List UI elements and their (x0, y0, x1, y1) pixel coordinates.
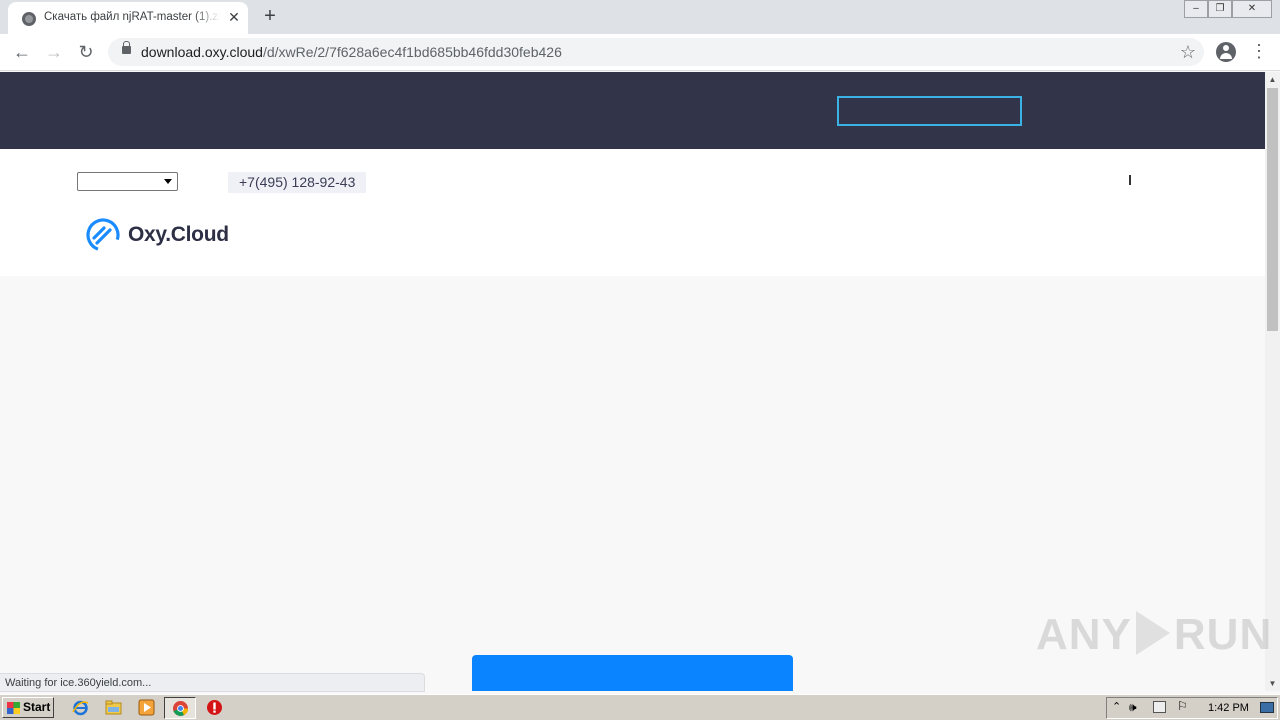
oxycloud-logo-icon (86, 218, 120, 252)
anyrun-watermark: ANY RUN (1036, 610, 1272, 660)
ie-icon[interactable] (72, 699, 89, 716)
scroll-down-icon[interactable]: ▼ (1265, 676, 1280, 691)
tab-close-button[interactable]: ✕ (226, 9, 242, 25)
address-bar[interactable]: download.oxy.cloud/d/xwRe/2/7f628a6ec4f1… (108, 38, 1204, 66)
site-header: +7(495) 128-92-43 Oxy.Cloud (0, 149, 1265, 276)
show-desktop-icon[interactable] (1260, 702, 1274, 713)
browser-tab[interactable]: Скачать файл njRAT-master (1).zip ✕ (8, 2, 248, 34)
menu-icon[interactable]: ⋮ (1250, 42, 1268, 62)
vertical-scrollbar[interactable]: ▲ ▼ (1265, 72, 1280, 691)
minimize-button[interactable]: – (1184, 0, 1208, 18)
new-tab-button[interactable]: + (258, 5, 282, 29)
volume-icon[interactable]: 🕪 (1129, 700, 1137, 715)
chrome-icon (173, 701, 188, 716)
logo-text: Oxy.Cloud (128, 223, 229, 246)
stop-icon[interactable] (206, 699, 223, 716)
page-viewport: +7(495) 128-92-43 Oxy.Cloud (0, 72, 1265, 691)
globe-icon (22, 12, 36, 26)
url-text[interactable]: download.oxy.cloud/d/xwRe/2/7f628a6ec4f1… (141, 44, 562, 60)
star-icon[interactable]: ☆ (1180, 41, 1196, 63)
url-path: /d/xwRe/2/7f628a6ec4f1bd685bb46fdd30feb4… (262, 44, 562, 60)
start-label: Start (23, 700, 51, 714)
browser-toolbar: ← → ↻ download.oxy.cloud/d/xwRe/2/7f628a… (0, 34, 1280, 71)
tab-title: Скачать файл njRAT-master (1).zip (44, 11, 220, 23)
start-button[interactable]: Start (2, 697, 54, 718)
download-button[interactable] (472, 655, 793, 691)
reload-button[interactable]: ↻ (74, 40, 98, 64)
url-host: download.oxy.cloud (141, 44, 263, 60)
explorer-icon[interactable] (105, 699, 122, 716)
tab-strip: Скачать файл njRAT-master (1).zip ✕ + – … (0, 0, 1280, 34)
media-player-icon[interactable] (138, 699, 155, 716)
clock[interactable]: 1:42 PM (1208, 702, 1249, 714)
forward-button[interactable]: → (42, 40, 66, 64)
watermark-right: RUN (1173, 610, 1273, 659)
chrome-taskbar-button[interactable] (164, 697, 196, 719)
tray-expand-icon[interactable]: ⌃ (1112, 700, 1121, 713)
system-tray: ⌃ 🕪 ⚐ 1:42 PM (1106, 697, 1278, 719)
taskbar: Start ⌃ 🕪 ⚐ 1:42 PM (0, 694, 1280, 720)
watermark-left: ANY (1036, 610, 1132, 659)
back-button[interactable]: ← (10, 40, 34, 64)
window-close-button[interactable]: ✕ (1232, 0, 1272, 18)
status-bar: Waiting for ice.360yield.com... (0, 673, 425, 692)
banner-placeholder-box[interactable] (837, 96, 1022, 126)
language-select[interactable] (77, 172, 178, 191)
maximize-button[interactable]: ❐ (1208, 0, 1232, 18)
lock-icon[interactable] (122, 41, 131, 54)
text-cursor (1129, 175, 1131, 185)
network-icon[interactable] (1153, 701, 1166, 713)
windows-flag-icon (7, 702, 20, 714)
flag-icon[interactable]: ⚐ (1177, 699, 1188, 713)
scroll-thumb[interactable] (1267, 88, 1278, 331)
profile-icon[interactable] (1216, 42, 1236, 62)
play-icon (1135, 611, 1170, 655)
phone-number[interactable]: +7(495) 128-92-43 (228, 172, 367, 193)
top-banner (0, 72, 1265, 149)
scroll-up-icon[interactable]: ▲ (1265, 72, 1280, 87)
